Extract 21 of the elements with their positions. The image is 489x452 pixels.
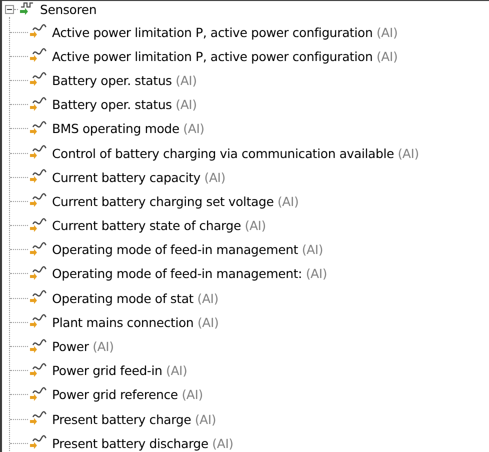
tree-item[interactable]: Current battery charging set voltage (AI) [52,194,299,209]
collapse-icon[interactable] [5,4,14,14]
tree-item[interactable]: Current battery state of charge (AI) [52,218,266,234]
tree-item[interactable]: Active power limitation P, active power configuration (AI) [52,48,398,64]
tree-item[interactable]: Operating mode of feed-in management: (AI) [52,266,328,282]
tree-item[interactable]: Plant mains connection (AI) [52,314,219,330]
tree-item[interactable]: Present battery charge (AI) [52,412,216,427]
tree-item[interactable]: Power grid feed-in (AI) [52,363,188,378]
tree-item[interactable]: Operating mode of feed-in management (AI) [52,242,324,258]
tree-item[interactable]: Battery oper. status (AI) [52,97,197,112]
tree-item[interactable]: BMS operating mode (AI) [52,121,204,136]
tree-item[interactable]: Active power limitation P, active power configuration (AI) [52,24,398,40]
sensor-group-icon [18,1,36,17]
tree-item[interactable]: Current battery capacity (AI) [52,170,226,185]
tree-item[interactable]: Battery oper. status (AI) [52,72,197,88]
tree-node-label[interactable]: Sensoren [40,2,97,16]
tree-item[interactable]: Power grid reference (AI) [52,387,203,402]
tree-item[interactable]: Operating mode of stat (AI) [52,290,218,306]
tree-item[interactable]: Present battery discharge (AI) [52,436,234,451]
tree-item[interactable]: Control of battery charging via communication available (AI) [52,146,419,161]
tree-item[interactable]: Power (AI) [52,339,114,354]
